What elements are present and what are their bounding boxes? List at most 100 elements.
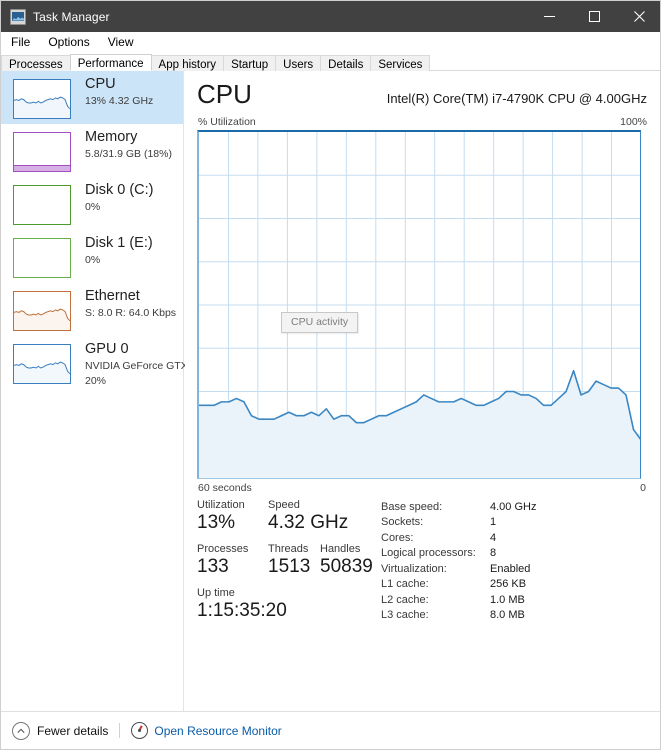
detail-key: Base speed: xyxy=(381,500,443,513)
panel-header: CPU Intel(R) Core(TM) i7-4790K CPU @ 4.0… xyxy=(197,79,647,109)
tab-app-history[interactable]: App history xyxy=(150,55,225,71)
stat-speed: Speed 4.32 GHz xyxy=(268,499,348,535)
tab-performance[interactable]: Performance xyxy=(69,54,152,71)
sidebar-item-label: Memory xyxy=(85,129,138,145)
detail-key: Virtualization: xyxy=(381,562,447,575)
sidebar-item-text: Ethernet S: 8.0 R: 64.0 Kbps xyxy=(85,287,176,320)
detail-key: Cores: xyxy=(381,531,414,544)
task-manager-icon xyxy=(10,8,26,25)
detail-key: L3 cache: xyxy=(381,609,429,622)
stat-utilization: Utilization 13% xyxy=(197,499,245,535)
sidebar-thumbnail xyxy=(13,238,71,278)
sidebar-item-text: CPU 13% 4.32 GHz xyxy=(85,75,153,108)
stat-processes-label: Processes xyxy=(197,543,249,555)
tab-users[interactable]: Users xyxy=(275,55,322,71)
sidebar-item-label: CPU xyxy=(85,76,116,92)
cpu-details-list: Base speed: 4.00 GHz Sockets: 1 Cores: 4 Logic… xyxy=(381,499,651,623)
cpu-model-label: Intel(R) Core(TM) i7-4790K CPU @ 4.00GHz xyxy=(386,91,647,106)
chevron-up-icon xyxy=(12,721,30,740)
detail-value: 8 xyxy=(490,547,497,560)
sidebar-item-sublabel: 5.8/31.9 GB (18%) xyxy=(85,148,172,160)
detail-row: Cores: 4 xyxy=(381,530,651,546)
detail-row: Logical processors: 8 xyxy=(381,546,651,562)
fewer-details-label: Fewer details xyxy=(37,723,109,738)
sidebar-item-disk-1-e[interactable]: Disk 1 (E:) 0% xyxy=(1,230,183,283)
open-resource-monitor-label: Open Resource Monitor xyxy=(154,723,282,738)
title-bar: Task Manager xyxy=(1,1,660,32)
sidebar-item-cpu[interactable]: CPU 13% 4.32 GHz xyxy=(1,71,183,124)
detail-key: L1 cache: xyxy=(381,578,429,591)
fewer-details-button[interactable]: Fewer details xyxy=(12,721,109,740)
sidebar-item-text: Disk 0 (C:) 0% xyxy=(85,181,153,214)
minimize-button[interactable] xyxy=(527,1,572,32)
detail-value: 4 xyxy=(490,531,497,544)
sidebar-item-sublabel: 13% 4.32 GHz xyxy=(85,95,154,107)
sidebar-item-label: Ethernet xyxy=(85,288,140,304)
stat-speed-label: Speed xyxy=(268,499,300,511)
detail-row: Sockets: 1 xyxy=(381,515,651,531)
stat-processes-value: 133 xyxy=(197,556,229,577)
resource-monitor-icon xyxy=(131,722,149,739)
detail-value: 256 KB xyxy=(490,578,527,591)
stat-utilization-value: 13% xyxy=(197,512,236,533)
sidebar-item-label: Disk 0 (C:) xyxy=(85,182,154,198)
cpu-utilization-chart[interactable]: CPU activity xyxy=(197,130,641,479)
menu-item-file[interactable]: File xyxy=(2,33,39,52)
cpu-activity-tooltip: CPU activity xyxy=(281,312,359,333)
sidebar-item-disk-0-c[interactable]: Disk 0 (C:) 0% xyxy=(1,177,183,230)
menu-item-view[interactable]: View xyxy=(99,33,143,52)
detail-row: L2 cache: 1.0 MB xyxy=(381,592,651,608)
close-button[interactable] xyxy=(617,1,660,32)
stat-uptime: Up time 1:15:35:20 xyxy=(197,587,287,623)
menu-item-options[interactable]: Options xyxy=(39,33,98,52)
stat-threads-label: Threads xyxy=(268,543,309,555)
stat-processes: Processes 133 xyxy=(197,543,248,579)
detail-row: Base speed: 4.00 GHz xyxy=(381,499,651,515)
detail-value: 4.00 GHz xyxy=(490,500,537,513)
detail-value: 8.0 MB xyxy=(490,609,525,622)
stat-utilization-label: Utilization xyxy=(197,499,245,511)
sidebar-item-text: Memory 5.8/31.9 GB (18%) xyxy=(85,128,172,161)
tab-processes[interactable]: Processes xyxy=(1,55,71,71)
maximize-button[interactable] xyxy=(572,1,617,32)
tab-details[interactable]: Details xyxy=(320,55,372,71)
detail-row: L1 cache: 256 KB xyxy=(381,577,651,593)
detail-key: L2 cache: xyxy=(381,593,429,606)
chart-y-max-label: 100% xyxy=(620,116,647,128)
detail-row: Virtualization: Enabled xyxy=(381,561,651,577)
sidebar-thumbnail xyxy=(13,132,71,172)
sidebar-item-memory[interactable]: Memory 5.8/31.9 GB (18%) xyxy=(1,124,183,177)
chart-x-right-label: 0 xyxy=(640,482,646,494)
chart-x-left-label: 60 seconds xyxy=(198,482,252,494)
page-title: CPU xyxy=(197,79,252,109)
task-manager-window: Task Manager File Options View Processes… xyxy=(0,0,661,750)
footer-divider xyxy=(119,723,121,738)
detail-key: Sockets: xyxy=(381,516,424,529)
sidebar-item-ethernet[interactable]: Ethernet S: 8.0 R: 64.0 Kbps xyxy=(1,283,183,336)
resource-sidebar: CPU 13% 4.32 GHz Memory 5.8/31.9 GB (18%) Di… xyxy=(1,71,203,713)
sidebar-item-sublabel: S: 8.0 R: 64.0 Kbps xyxy=(85,307,177,319)
sidebar-thumbnail xyxy=(13,79,71,119)
sidebar-item-sublabel: 0% xyxy=(85,201,101,213)
menu-bar: File Options View xyxy=(1,32,660,53)
stat-handles: Handles 50839 xyxy=(320,543,373,579)
sidebar-thumbnail xyxy=(13,344,71,384)
detail-key: Logical processors: xyxy=(381,547,476,560)
sidebar-thumbnail xyxy=(13,185,71,225)
stat-uptime-value: 1:15:35:20 xyxy=(197,600,287,621)
window-title: Task Manager xyxy=(33,9,110,24)
sidebar-item-text: Disk 1 (E:) 0% xyxy=(85,234,153,267)
status-bar: Fewer details Open Resource Monitor xyxy=(1,711,660,749)
detail-value: 1 xyxy=(490,516,497,529)
tab-services[interactable]: Services xyxy=(370,55,431,71)
tab-startup[interactable]: Startup xyxy=(223,55,277,71)
stat-handles-label: Handles xyxy=(320,543,361,555)
open-resource-monitor-link[interactable]: Open Resource Monitor xyxy=(131,722,282,739)
tab-strip: Processes Performance App history Startu… xyxy=(1,54,660,71)
performance-detail-panel: CPU Intel(R) Core(TM) i7-4790K CPU @ 4.0… xyxy=(185,71,660,713)
sidebar-item-gpu-0[interactable]: GPU 0 NVIDIA GeForce GTX 97(20% xyxy=(1,336,203,389)
stat-threads-value: 1513 xyxy=(268,556,311,577)
detail-value: Enabled xyxy=(490,562,531,575)
chart-y-axis-label: % Utilization xyxy=(198,116,256,128)
window-controls xyxy=(527,1,660,32)
